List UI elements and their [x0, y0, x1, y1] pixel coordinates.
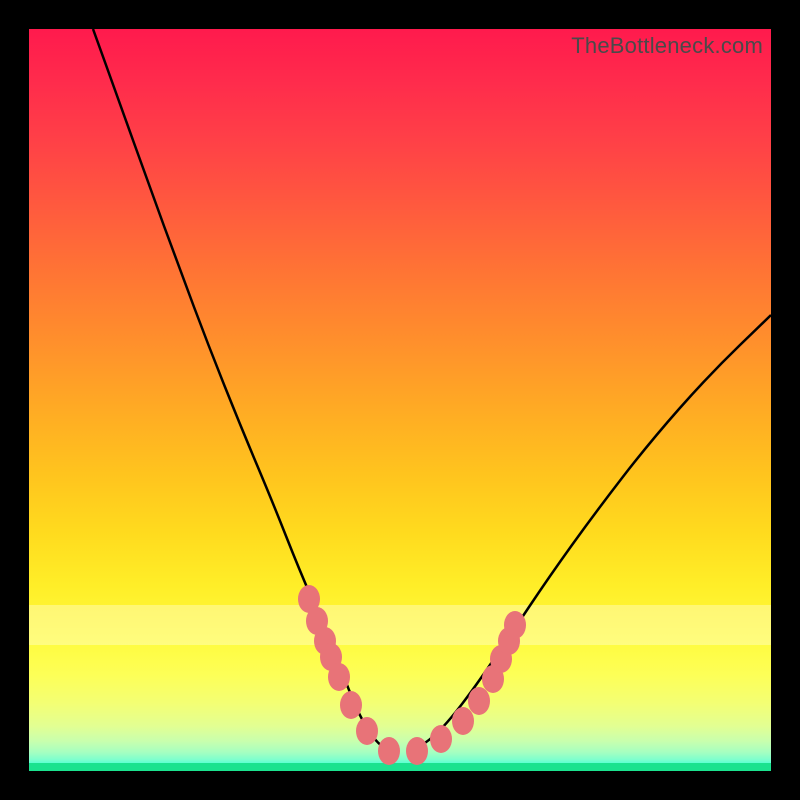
data-dot	[406, 737, 428, 765]
plot-area: TheBottleneck.com	[29, 29, 771, 771]
data-dot	[468, 687, 490, 715]
data-dot	[504, 611, 526, 639]
curve-right-branch	[411, 315, 771, 751]
chart-svg	[29, 29, 771, 771]
data-dot	[430, 725, 452, 753]
outer-frame: TheBottleneck.com	[0, 0, 800, 800]
watermark-text: TheBottleneck.com	[571, 33, 763, 59]
data-dot	[340, 691, 362, 719]
data-dot	[356, 717, 378, 745]
curve-left-branch	[93, 29, 389, 751]
data-dot	[378, 737, 400, 765]
data-dot	[452, 707, 474, 735]
data-dot	[328, 663, 350, 691]
data-dots	[298, 585, 526, 765]
